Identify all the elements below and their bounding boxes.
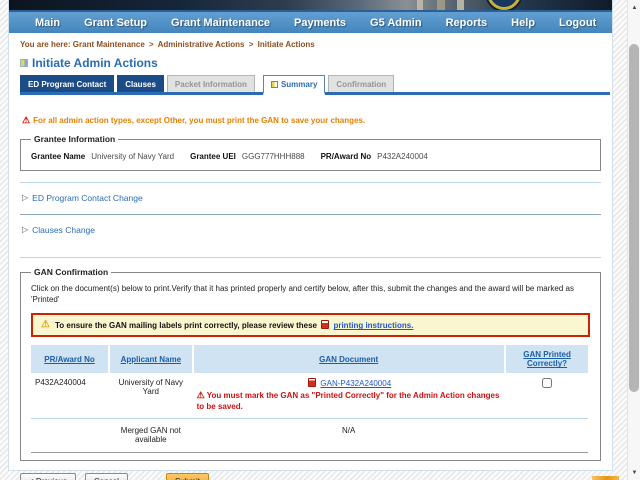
cell-pr-award-no: P432A240004 bbox=[35, 378, 86, 388]
grantee-name-value: University of Navy Yard bbox=[91, 152, 175, 161]
ed-program-contact-change-toggle[interactable]: ▷ ED Program Contact Change bbox=[20, 183, 601, 214]
gan-document-link[interactable]: GAN-P432A240004 bbox=[320, 379, 391, 388]
action-button-row: < Previous Cancel Submit bbox=[20, 472, 612, 480]
tab-clauses[interactable]: Clauses bbox=[117, 75, 164, 92]
submit-button[interactable]: Submit bbox=[165, 472, 209, 480]
main-navbar: Main Grant Setup Grant Maintenance Payme… bbox=[9, 10, 612, 33]
previous-button[interactable]: < Previous bbox=[20, 472, 77, 480]
tab-packet-information: Packet Information bbox=[166, 75, 255, 92]
breadcrumb-link-initiate-actions[interactable]: Initiate Actions bbox=[258, 40, 315, 49]
caution-triangle-icon: ⚠ bbox=[41, 319, 50, 331]
nav-item-main[interactable]: Main bbox=[23, 17, 72, 29]
banner-detail bbox=[457, 0, 464, 10]
cell-merged-gan-checkbox-empty bbox=[504, 417, 589, 453]
admin-action-warning-text: For all admin action types, except Other… bbox=[33, 116, 366, 125]
nav-item-grant-maintenance[interactable]: Grant Maintenance bbox=[159, 17, 282, 29]
pr-award-no-label: PR/Award No bbox=[320, 152, 372, 161]
page-title: Initiate Admin Actions bbox=[32, 56, 158, 70]
breadcrumb: You are here: Grant Maintenance > Admini… bbox=[20, 40, 612, 49]
nav-item-logout[interactable]: Logout bbox=[547, 17, 608, 29]
gan-table-row: Merged GAN not available N/A bbox=[31, 417, 589, 453]
gan-confirmation-legend: GAN Confirmation bbox=[34, 267, 109, 277]
grantee-name-label: Grantee Name bbox=[31, 152, 86, 161]
nav-item-payments[interactable]: Payments bbox=[282, 17, 358, 29]
breadcrumb-separator: > bbox=[248, 40, 254, 49]
nav-item-grant-setup[interactable]: Grant Setup bbox=[72, 17, 159, 29]
banner-detail bbox=[417, 0, 423, 10]
page-container: Main Grant Setup Grant Maintenance Payme… bbox=[8, 0, 613, 480]
department-seal-icon bbox=[487, 0, 521, 10]
gan-print-warning: ⚠ You must mark the GAN as "Printed Corr… bbox=[197, 391, 501, 413]
scrollbar-up-arrow[interactable]: ▲ bbox=[628, 1, 640, 14]
tab-confirmation: Confirmation bbox=[328, 75, 395, 92]
printing-instructions-link[interactable]: printing instructions. bbox=[333, 321, 413, 330]
gan-print-warning-text: You must mark the GAN as "Printed Correc… bbox=[196, 391, 500, 412]
breadcrumb-link-grant-maintenance[interactable]: Grant Maintenance bbox=[73, 40, 145, 49]
tab-ed-program-contact[interactable]: ED Program Contact bbox=[20, 75, 115, 92]
tab-summary[interactable]: Summary bbox=[262, 75, 326, 95]
gan-alert-message: To ensure the GAN mailing labels print c… bbox=[54, 321, 317, 331]
header-applicant-name[interactable]: Applicant Name bbox=[108, 345, 193, 374]
pr-award-no-value: P432A240004 bbox=[377, 152, 428, 161]
grantee-uei-label: Grantee UEI bbox=[190, 152, 236, 161]
clauses-change-label: Clauses Change bbox=[32, 225, 96, 235]
page-title-icon bbox=[20, 59, 28, 67]
grantee-uei-value: GGG777HHH888 bbox=[241, 152, 305, 161]
header-gan-document[interactable]: GAN Document bbox=[191, 345, 505, 374]
grantee-information-legend: Grantee Information bbox=[34, 134, 116, 144]
gan-table-header-row: PR/Award No Applicant Name GAN Document … bbox=[31, 345, 589, 374]
ed-program-contact-change-label: ED Program Contact Change bbox=[32, 193, 143, 203]
page-title-row: Initiate Admin Actions bbox=[20, 56, 612, 70]
gan-printed-checkbox[interactable] bbox=[541, 378, 552, 389]
breadcrumb-prefix: You are here: bbox=[20, 40, 71, 49]
clauses-change-toggle[interactable]: ▷ Clauses Change bbox=[20, 215, 601, 246]
scrollbar-down-arrow[interactable]: ▼ bbox=[628, 466, 640, 479]
nav-item-g5-admin[interactable]: G5 Admin bbox=[358, 17, 434, 29]
breadcrumb-separator: > bbox=[149, 40, 154, 49]
cell-pr-award-no-empty bbox=[31, 417, 110, 453]
banner-detail bbox=[437, 0, 445, 10]
section-divider bbox=[20, 257, 601, 258]
gan-table-row: P432A240004 University of Navy Yard GAN-… bbox=[31, 373, 588, 418]
header-pr-award-no[interactable]: PR/Award No bbox=[31, 345, 110, 374]
gan-alert-text: To ensure the GAN mailing labels print c… bbox=[55, 320, 413, 330]
partially-visible-element bbox=[592, 476, 619, 480]
header-gan-printed-correctly[interactable]: GAN Printed Correctly? bbox=[503, 345, 589, 374]
warning-icon: ⚠ bbox=[196, 390, 205, 401]
warning-icon: ⚠ bbox=[22, 115, 31, 125]
gan-document-table: PR/Award No Applicant Name GAN Document … bbox=[31, 345, 589, 453]
gan-mailing-labels-alert: ⚠ To ensure the GAN mailing labels print… bbox=[31, 313, 590, 338]
expand-triangle-icon: ▷ bbox=[22, 193, 29, 202]
gan-confirmation-fieldset: GAN Confirmation Click on the document(s… bbox=[20, 267, 601, 461]
cell-applicant-name: University of Navy Yard bbox=[118, 378, 184, 397]
cancel-button[interactable]: Cancel bbox=[85, 472, 128, 480]
summary-tab-icon bbox=[270, 81, 278, 88]
scrollbar-thumb[interactable] bbox=[629, 44, 639, 392]
vertical-scrollbar[interactable]: ▲ ▼ bbox=[627, 0, 640, 480]
pdf-icon bbox=[308, 378, 317, 388]
tab-summary-label: Summary bbox=[280, 80, 318, 89]
nav-item-help[interactable]: Help bbox=[499, 17, 547, 29]
grantee-information-fieldset: Grantee Information Grantee Name Univers… bbox=[20, 134, 601, 171]
header-banner-photo bbox=[9, 0, 612, 10]
tab-bar: ED Program Contact Clauses Packet Inform… bbox=[20, 75, 610, 95]
gan-print-instructions-text: Click on the document(s) below to print.… bbox=[31, 284, 574, 305]
admin-action-warning: ⚠ For all admin action types, except Oth… bbox=[22, 115, 612, 126]
cell-merged-gan-status: Merged GAN not available bbox=[109, 417, 193, 453]
breadcrumb-link-administrative-actions[interactable]: Administrative Actions bbox=[158, 40, 245, 49]
grantee-info-line: Grantee Name University of Navy Yard Gra… bbox=[29, 152, 592, 161]
cell-merged-gan-document: N/A bbox=[192, 417, 505, 453]
nav-item-reports[interactable]: Reports bbox=[434, 17, 500, 29]
pdf-icon bbox=[321, 320, 330, 330]
expand-triangle-icon: ▷ bbox=[22, 225, 29, 234]
cell-gan-printed-checkbox bbox=[505, 373, 589, 418]
cell-gan-document: GAN-P432A240004 ⚠ You must mark the GAN … bbox=[193, 373, 505, 418]
